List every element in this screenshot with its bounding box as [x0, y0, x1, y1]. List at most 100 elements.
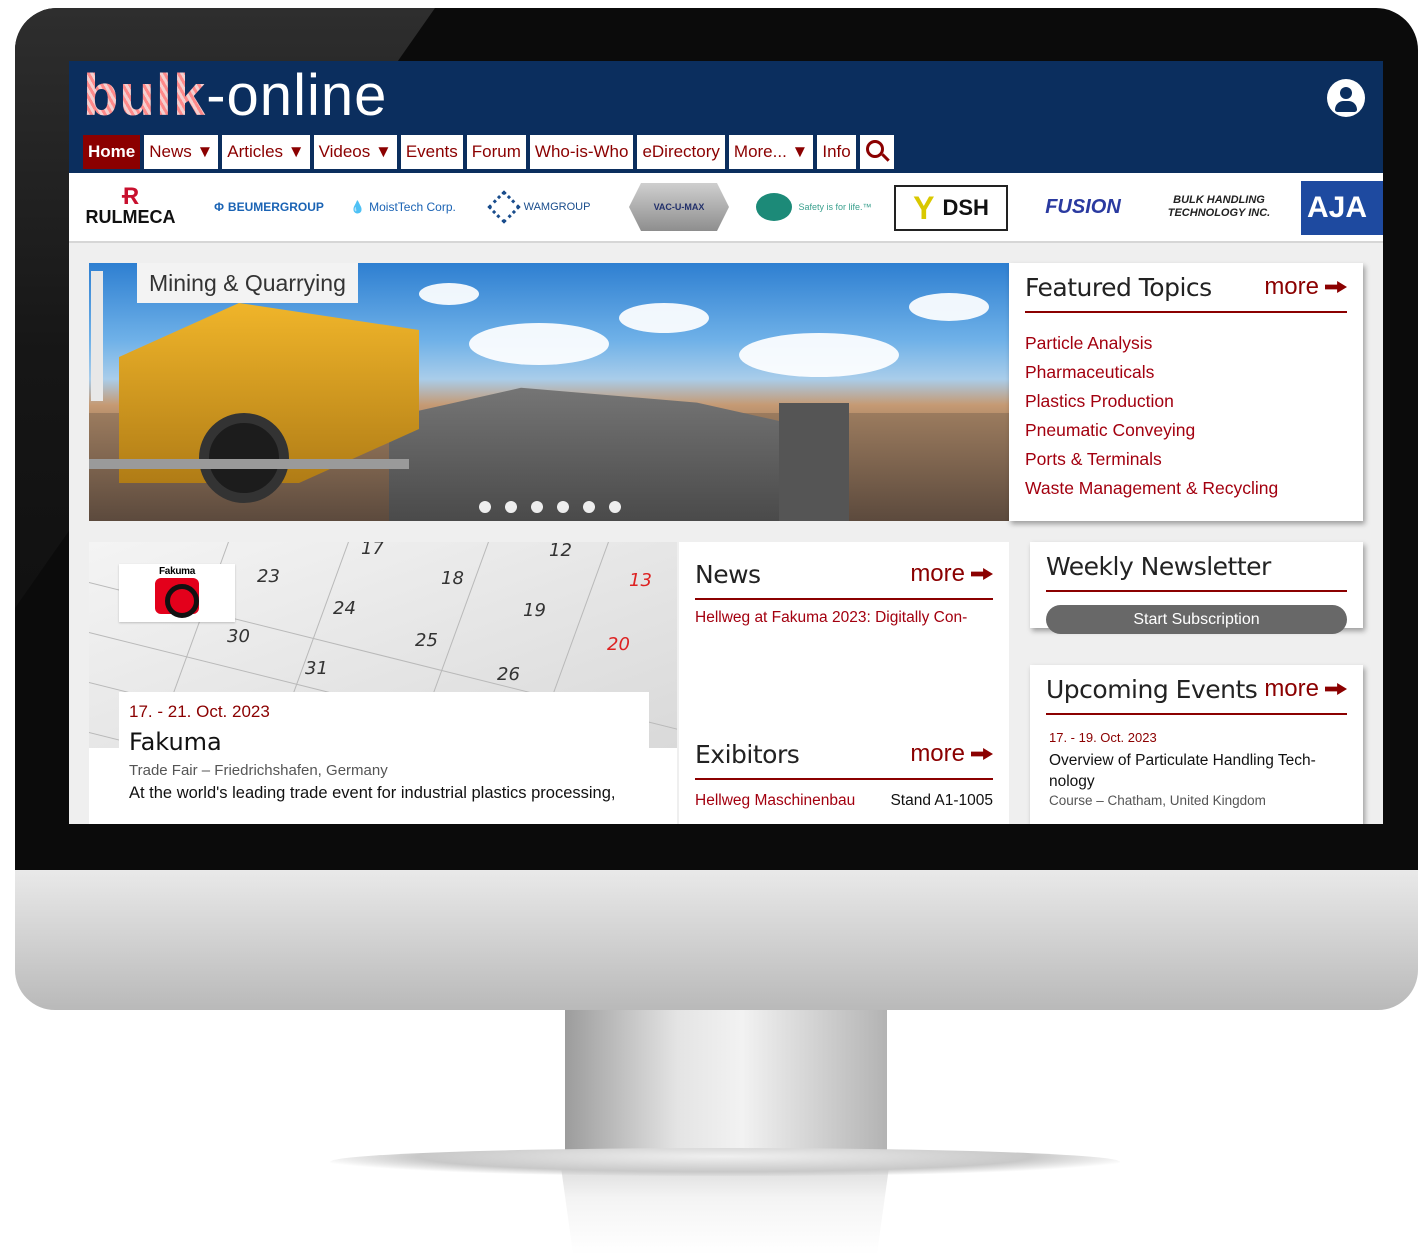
featured-topics-more-link[interactable]: more	[1264, 273, 1347, 301]
exhibitor-stand: Stand A1-1005	[890, 792, 993, 809]
slider-dot[interactable]	[609, 501, 621, 513]
monitor-chin	[15, 870, 1418, 1010]
sponsor-name: AJA	[1307, 191, 1368, 224]
featured-event-card[interactable]: 23 17 18 12 13 24 19 30 25 20 31 26 Faku…	[89, 542, 677, 824]
more-label: more	[910, 560, 965, 587]
topic-link[interactable]: Pneumatic Conveying	[1025, 416, 1278, 445]
arrow-right-icon	[1325, 281, 1347, 293]
newsletter-title: Weekly Newsletter	[1046, 551, 1271, 581]
exhibitors-more-link[interactable]: more	[910, 740, 993, 768]
site-logo[interactable]: bulk -online	[83, 65, 387, 127]
sponsor-name: RULMECA	[85, 206, 176, 227]
nav-forum[interactable]: Forum	[466, 135, 526, 169]
drops-icon: 💧	[350, 200, 366, 214]
sponsor-name: DSH	[942, 195, 989, 220]
calendar-number: 18	[441, 568, 464, 589]
more-label: more	[910, 740, 965, 767]
event-title[interactable]: Fakuma	[129, 728, 639, 756]
upcoming-event-title[interactable]: Overview of Particulate Handling Tech- n…	[1049, 750, 1349, 792]
newsletter-panel: Weekly Newsletter Start Subscription	[1030, 542, 1363, 634]
sponsor-logo-beumer[interactable]: Φ BEUMERGROUP	[209, 181, 329, 233]
fakuma-mark-icon	[155, 578, 199, 618]
topic-link[interactable]: Waste Management & Recycling	[1025, 474, 1278, 503]
sponsor-logo-bulk-handling[interactable]: BULK HANDLING TECHNOLOGY INC.	[1157, 181, 1281, 233]
upcoming-event-subtitle: Course – Chatham, United Kingdom	[1049, 793, 1266, 808]
monitor-stand-neck	[565, 1010, 887, 1150]
sponsor-strip: Ɍ RULMECA Φ BEUMERGROUP 💧 MoistTech Corp. W…	[69, 173, 1383, 243]
news-more-link[interactable]: more	[910, 560, 993, 588]
nav-more[interactable]: More... ▼	[728, 135, 814, 169]
upcoming-events-more-link[interactable]: more	[1264, 675, 1347, 703]
news-item-link[interactable]: Hellweg at Fakuma 2023: Digitally Con-	[695, 609, 967, 627]
slider-dot[interactable]	[583, 501, 595, 513]
topic-link[interactable]: Ports & Terminals	[1025, 445, 1278, 474]
event-details: 17. - 21. Oct. 2023 Fakuma Trade Fair – …	[119, 692, 649, 824]
nav-articles[interactable]: Articles ▼	[222, 135, 310, 169]
topic-link[interactable]: Plastics Production	[1025, 387, 1278, 416]
sponsor-logo-vacumax[interactable]: VAC-U-MAX	[629, 183, 729, 231]
upcoming-events-panel: Upcoming Events more 17. - 19. Oct. 2023…	[1030, 665, 1363, 824]
calendar-number: 20	[607, 634, 630, 655]
featured-topics-title: Featured Topics	[1025, 272, 1212, 302]
main-nav: Home News ▼ Articles ▼ Videos ▼ Events F…	[83, 135, 894, 169]
upcoming-events-header: Upcoming Events more	[1046, 665, 1347, 715]
truck-wheel-image	[199, 413, 289, 503]
calendar-number: 25	[415, 630, 438, 651]
exhibitors-header: Exibitors more	[695, 730, 993, 780]
sponsor-logo-dsh[interactable]: Y DSH	[894, 185, 1008, 231]
calendar-number: 13	[629, 570, 652, 591]
topic-link[interactable]: Particle Analysis	[1025, 329, 1278, 358]
rulmeca-r-icon: Ɍ	[121, 182, 140, 210]
site-header: bulk -online Home News ▼ Articles ▼ Video…	[69, 61, 1383, 173]
nav-info[interactable]: Info	[817, 135, 856, 169]
calendar-number: 23	[257, 566, 280, 587]
search-icon[interactable]	[859, 135, 894, 169]
calendar-number: 26	[497, 664, 520, 685]
arrow-right-icon	[971, 748, 993, 760]
calendar-number: 24	[333, 598, 356, 619]
nav-events[interactable]: Events	[400, 135, 463, 169]
upcoming-events-title: Upcoming Events	[1046, 674, 1258, 704]
arrow-right-icon	[1325, 683, 1347, 695]
news-title: News	[695, 559, 761, 589]
calendar-number: 12	[549, 542, 572, 561]
sponsor-logo-aja[interactable]: AJA	[1301, 181, 1383, 235]
start-subscription-button[interactable]: Start Subscription	[1046, 605, 1347, 634]
nav-videos[interactable]: Videos ▼	[313, 135, 397, 169]
user-icon[interactable]	[1327, 79, 1365, 117]
hero-category-tag[interactable]: Mining & Quarrying	[137, 263, 358, 303]
nav-home[interactable]: Home	[83, 135, 141, 169]
exhibitor-row: Hellweg Maschinenbau Stand A1-1005	[695, 792, 993, 810]
dsh-y-icon: Y	[913, 189, 935, 226]
nav-who-is-who[interactable]: Who-is-Who	[529, 135, 634, 169]
exhibitors-title: Exibitors	[695, 739, 800, 769]
more-label: more	[1264, 675, 1319, 702]
nav-edirectory[interactable]: eDirectory	[637, 135, 725, 169]
control-tower-image	[779, 403, 849, 521]
sponsor-name-line2: TECHNOLOGY INC.	[1167, 207, 1271, 219]
sponsor-logo-moisttech[interactable]: 💧 MoistTech Corp.	[344, 181, 462, 233]
nav-news[interactable]: News ▼	[144, 135, 219, 169]
slider-dot[interactable]	[505, 501, 517, 513]
calendar-number: 17	[361, 542, 384, 559]
sponsor-name: Safety is for life.™	[798, 202, 872, 212]
exhibitor-name-link[interactable]: Hellweg Maschinenbau	[695, 792, 855, 810]
slider-dot[interactable]	[531, 501, 543, 513]
safety-badge-icon	[756, 193, 793, 221]
slider-dot[interactable]	[557, 501, 569, 513]
sponsor-name: MoistTech Corp.	[369, 200, 456, 214]
sponsor-name: WAMGROUP	[523, 201, 591, 213]
fakuma-logo: Fakuma	[119, 564, 235, 622]
upcoming-event-date: 17. - 19. Oct. 2023	[1049, 730, 1157, 745]
sponsor-logo-rulmeca[interactable]: Ɍ RULMECA	[73, 181, 188, 233]
monitor-mockup: bulk -online Home News ▼ Articles ▼ Video…	[0, 0, 1418, 1255]
newsletter-header: Weekly Newsletter	[1046, 542, 1347, 592]
sponsor-logo-fusion[interactable]: FUSION	[1031, 181, 1135, 233]
sponsor-logo-safety[interactable]: Safety is for life.™	[755, 181, 873, 233]
event-date: 17. - 21. Oct. 2023	[129, 702, 270, 721]
sponsor-logo-wam[interactable]: WAMGROUP	[481, 181, 601, 233]
hero-slider[interactable]: Mining & Quarrying	[89, 263, 1009, 521]
topic-link[interactable]: Pharmaceuticals	[1025, 358, 1278, 387]
calendar-number: 19	[523, 600, 546, 621]
slider-dot[interactable]	[479, 501, 491, 513]
